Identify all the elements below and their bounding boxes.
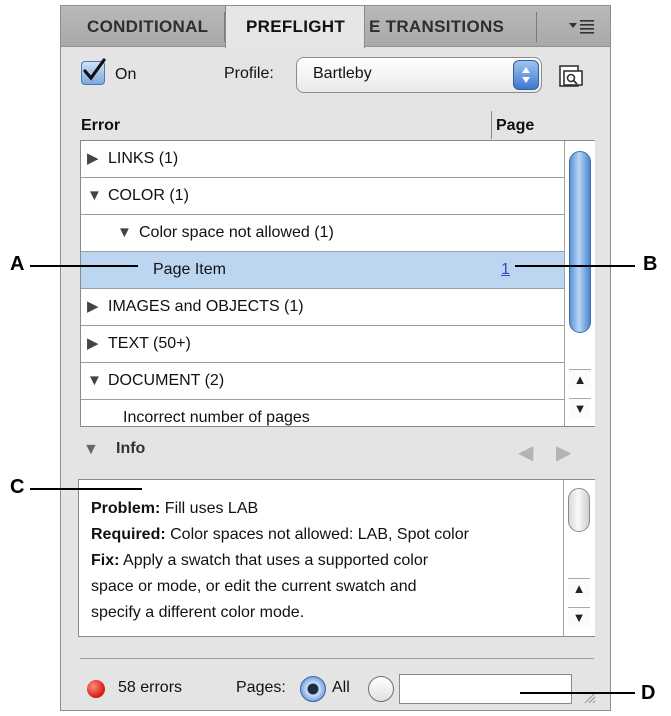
callout-a-line: [30, 265, 138, 267]
table-row[interactable]: ▼ COLOR (1): [81, 178, 564, 215]
row-label: COLOR (1): [108, 187, 189, 204]
page-link[interactable]: 1: [501, 252, 510, 288]
profile-label: Profile:: [224, 65, 274, 82]
table-row[interactable]: ▼ Color space not allowed (1): [81, 215, 564, 252]
info-label: Info: [116, 440, 146, 457]
table-scrollbar[interactable]: ▲ ▼: [564, 141, 595, 426]
status-divider: [80, 658, 594, 659]
row-label: Incorrect number of pages: [123, 409, 310, 426]
table-row[interactable]: ▼ DOCUMENT (2): [81, 363, 564, 400]
column-header-page[interactable]: Page: [496, 117, 534, 135]
pages-range-input[interactable]: [399, 674, 572, 704]
triangle-down-icon[interactable]: ▼: [87, 178, 102, 214]
previous-icon[interactable]: ◀: [518, 440, 533, 465]
info-text: Problem: Fill uses LAB Required: Color s…: [91, 500, 469, 621]
tab-page-transitions[interactable]: E TRANSITIONS: [369, 6, 529, 46]
info-box: Problem: Fill uses LAB Required: Color s…: [78, 479, 595, 637]
on-label: On: [115, 66, 137, 83]
callout-a: A: [10, 253, 25, 275]
pages-range-radio[interactable]: [368, 676, 394, 702]
profile-select[interactable]: Bartleby: [296, 57, 542, 93]
info-scrollbar[interactable]: ▲ ▼: [563, 480, 595, 636]
column-header-error[interactable]: Error: [81, 117, 120, 135]
callout-b: B: [643, 253, 658, 275]
pages-all-label: All: [332, 679, 350, 696]
table-row[interactable]: ▶ LINKS (1): [81, 141, 564, 178]
table-row-selected[interactable]: Page Item 1: [81, 252, 564, 289]
callout-c-line: [30, 488, 142, 490]
callout-b-line: [515, 265, 635, 267]
triangle-down-icon[interactable]: ▼: [87, 363, 102, 399]
on-checkbox[interactable]: [81, 58, 106, 85]
tab-divider: [536, 12, 537, 42]
panel-menu-icon[interactable]: [567, 16, 597, 36]
row-label: DOCUMENT (2): [108, 372, 225, 389]
callout-c: C: [10, 476, 25, 498]
error-count[interactable]: 58 errors: [118, 679, 182, 697]
callout-d-line: [520, 692, 635, 694]
scroll-up-icon[interactable]: ▲: [568, 578, 590, 598]
callout-d: D: [641, 682, 656, 704]
row-label: TEXT (50+): [108, 335, 191, 352]
tab-bar: CONDITIONAL PREFLIGHT E TRANSITIONS: [60, 5, 611, 48]
triangle-down-icon[interactable]: ▼: [117, 215, 132, 251]
row-label: Page Item: [153, 261, 226, 278]
preflight-options-icon[interactable]: [557, 62, 585, 90]
error-indicator-icon: [87, 680, 105, 698]
triangle-right-icon[interactable]: ▶: [87, 141, 99, 177]
scroll-thumb[interactable]: [569, 151, 591, 333]
pages-all-radio[interactable]: [300, 676, 326, 702]
error-table: ▶ LINKS (1) ▼ COLOR (1) ▼ Color space no…: [80, 140, 595, 427]
triangle-right-icon[interactable]: ▶: [87, 326, 99, 362]
info-collapse-icon[interactable]: ▼: [83, 441, 99, 459]
next-icon[interactable]: ▶: [556, 440, 571, 465]
row-label: LINKS (1): [108, 150, 179, 167]
info-scroll-thumb[interactable]: [568, 488, 590, 532]
scroll-down-icon[interactable]: ▼: [569, 398, 591, 418]
select-stepper-icon: [513, 60, 539, 90]
tab-preflight[interactable]: PREFLIGHT: [225, 6, 365, 48]
row-label: Color space not allowed (1): [139, 224, 334, 241]
table-row[interactable]: ▶ IMAGES and OBJECTS (1): [81, 289, 564, 326]
triangle-right-icon[interactable]: ▶: [87, 289, 99, 325]
pages-label: Pages:: [236, 679, 286, 696]
scroll-down-icon[interactable]: ▼: [568, 607, 590, 627]
tab-conditional[interactable]: CONDITIONAL: [87, 6, 223, 46]
column-divider: [491, 111, 492, 139]
profile-value: Bartleby: [313, 65, 372, 82]
scroll-up-icon[interactable]: ▲: [569, 369, 591, 389]
table-row[interactable]: Incorrect number of pages: [81, 400, 564, 437]
table-row[interactable]: ▶ TEXT (50+): [81, 326, 564, 363]
row-label: IMAGES and OBJECTS (1): [108, 298, 304, 315]
